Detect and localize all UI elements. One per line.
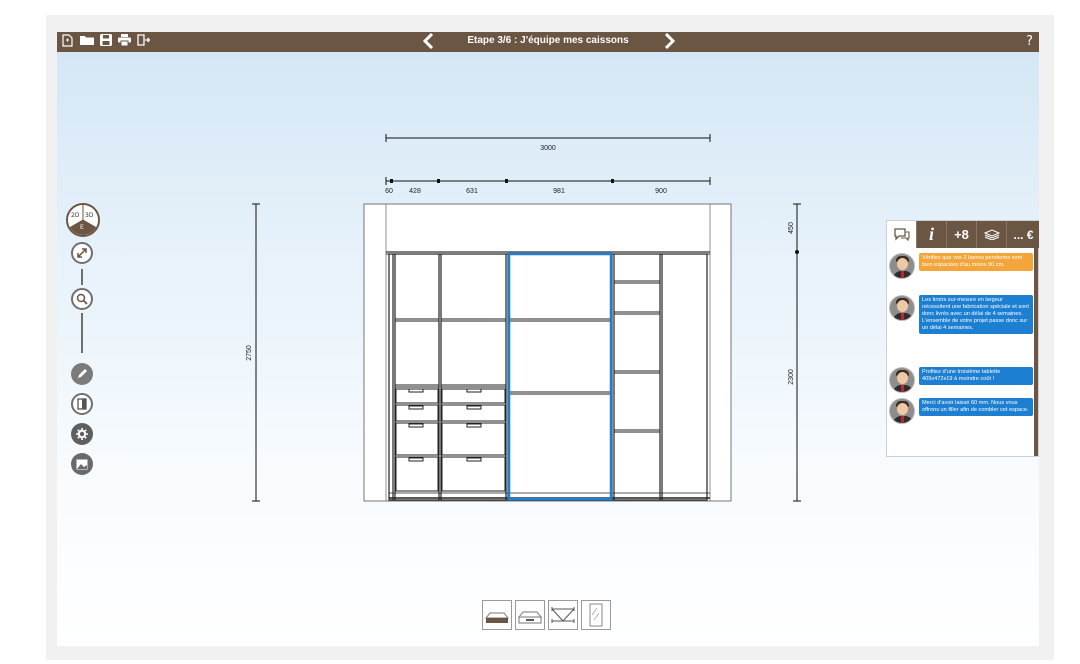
message-text: Merci d'avoir laissé 60 mm. Nous vous of… bbox=[919, 398, 1033, 416]
segment-label-2: 428 bbox=[409, 188, 421, 195]
view-selector-bar bbox=[482, 600, 611, 630]
wardrobe-frame bbox=[363, 203, 732, 502]
message-text: Vérifiez que vos 2 barres penderies sont… bbox=[919, 253, 1033, 271]
advice-message-3: Profitez d'une troisième tablette 409x47… bbox=[889, 367, 1033, 393]
floor-view-icon[interactable] bbox=[482, 600, 512, 630]
advisor-avatar bbox=[889, 253, 915, 279]
message-text: Les tiroirs sur-mesure en largeur nécess… bbox=[919, 295, 1033, 334]
advice-message-1: Vérifiez que vos 2 barres penderies sont… bbox=[889, 253, 1033, 279]
advisor-avatar bbox=[889, 295, 915, 321]
door-panel-view-icon[interactable] bbox=[581, 600, 611, 630]
message-text: Profitez d'une troisième tablette 409x47… bbox=[919, 367, 1033, 385]
advice-message-4: Merci d'avoir laissé 60 mm. Nous vous of… bbox=[889, 398, 1033, 424]
segment-label-5: 900 bbox=[655, 188, 667, 195]
segment-label-3: 631 bbox=[466, 188, 478, 195]
tab-money[interactable] bbox=[977, 221, 1007, 248]
lower-height-label: 2300 bbox=[788, 369, 795, 385]
rail-view-icon[interactable] bbox=[548, 600, 578, 630]
tab-add-user[interactable]: +8 bbox=[947, 221, 977, 248]
top-height-label: 450 bbox=[788, 222, 795, 234]
tab-price[interactable]: ... € bbox=[1007, 221, 1039, 248]
total-width-label: 3000 bbox=[540, 145, 556, 152]
advisor-avatar bbox=[889, 398, 915, 424]
advisor-avatar bbox=[889, 367, 915, 393]
panel-tabs: i +8 ... € bbox=[887, 221, 1039, 248]
total-height-label: 2750 bbox=[246, 345, 253, 361]
panel-scrollbar[interactable] bbox=[1034, 248, 1038, 456]
segment-label-1: 60 bbox=[385, 188, 393, 195]
money-icon bbox=[983, 229, 1000, 240]
drawer-view-icon[interactable] bbox=[515, 600, 545, 630]
chat-icon bbox=[893, 228, 910, 241]
advice-message-2: Les tiroirs sur-mesure en largeur nécess… bbox=[889, 295, 1033, 334]
segment-label-4: 981 bbox=[553, 188, 565, 195]
tab-chat[interactable] bbox=[887, 221, 917, 248]
advice-panel: i +8 ... € Vérifiez que vos 2 barres pen… bbox=[886, 220, 1039, 457]
app-window: Etape 3/6 : J'équipe mes caissons ? 2D 3… bbox=[57, 32, 1039, 646]
tab-info[interactable]: i bbox=[917, 221, 947, 248]
